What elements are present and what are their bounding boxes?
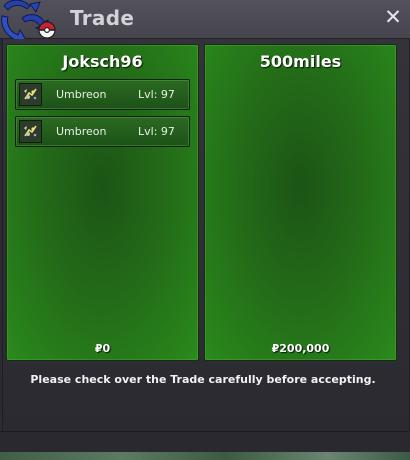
right-offer-panel: 500miles ₽200,000 — [204, 44, 397, 361]
background-scene — [0, 452, 410, 460]
right-player-name: 500miles — [259, 52, 342, 71]
left-player-name: Joksch96 — [62, 52, 143, 71]
trade-window: Trade ✕ Joksch96 Umbreon Lvl: 97 Umbreon… — [0, 0, 410, 460]
right-money-offer: ₽200,000 — [271, 342, 330, 355]
window-bottom-edge — [0, 431, 410, 453]
offer-item[interactable]: Umbreon Lvl: 97 — [15, 79, 190, 110]
trade-notice: Please check over the Trade carefully be… — [30, 373, 376, 386]
item-pokemon-name: Umbreon — [56, 88, 107, 101]
left-offer-panel: Joksch96 Umbreon Lvl: 97 Umbreon Lvl: 97… — [6, 44, 199, 361]
window-title: Trade — [70, 6, 135, 30]
umbreon-sprite-icon — [19, 120, 42, 143]
left-money-offer: ₽0 — [94, 342, 111, 355]
item-pokemon-level: Lvl: 97 — [138, 125, 175, 138]
close-icon[interactable]: ✕ — [384, 6, 402, 28]
offer-item[interactable]: Umbreon Lvl: 97 — [15, 116, 190, 147]
umbreon-sprite-icon — [19, 83, 42, 106]
item-pokemon-name: Umbreon — [56, 125, 107, 138]
item-pokemon-level: Lvl: 97 — [138, 88, 175, 101]
